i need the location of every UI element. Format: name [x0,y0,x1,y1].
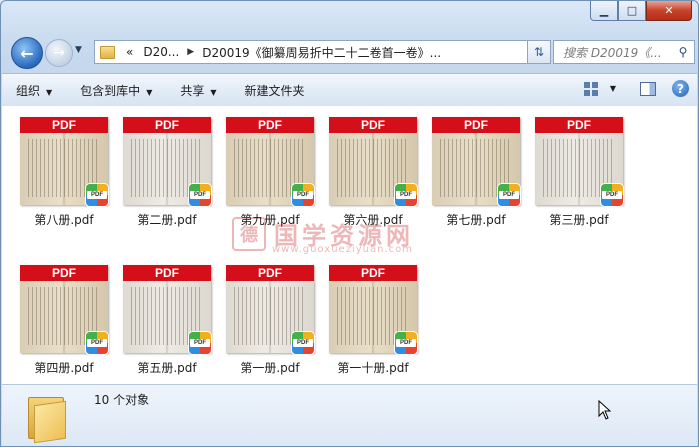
file-name: 第三册.pdf [549,213,609,227]
file-item[interactable]: PDF 第一册.pdf [220,256,320,376]
pdf-banner: PDF [123,265,211,281]
share-menu[interactable]: 共享 ▼ [166,82,230,99]
change-view-icon[interactable] [583,81,600,96]
magnifier-icon[interactable]: ⚲ [672,45,694,59]
file-name: 第六册.pdf [343,213,403,227]
pdf-app-icon [601,184,623,206]
minimize-button[interactable]: ▁ [590,1,618,21]
file-item[interactable]: PDF 第八册.pdf [14,108,114,228]
pdf-banner: PDF [20,117,108,133]
file-name: 第四册.pdf [34,361,94,375]
pdf-app-icon [395,184,417,206]
pdf-banner: PDF [329,117,417,133]
refresh-icon[interactable]: ⇅ [527,40,551,64]
file-item[interactable]: PDF 第四册.pdf [14,256,114,376]
forward-arrow-icon[interactable]: → [45,39,73,67]
item-count: 10 个对象 [94,393,150,407]
file-item[interactable]: PDF 第五册.pdf [117,256,217,376]
file-list[interactable]: 德 国学资源网 www.guoxueziyuan.com PDF 第八册.pdf… [2,106,697,384]
pdf-app-icon [189,332,211,354]
file-name: 第一册.pdf [240,361,300,375]
file-item[interactable]: PDF 第一十册.pdf [323,256,423,376]
pdf-app-icon [86,332,108,354]
back-arrow-icon[interactable]: ← [11,37,43,69]
watermark-url: www.guoxueziyuan.com [272,244,413,255]
pdf-app-icon [86,184,108,206]
breadcrumb-parent[interactable]: D20... [138,45,184,59]
include-in-library-menu[interactable]: 包含到库中 ▼ [66,82,166,99]
chevron-down-icon: ▼ [46,87,53,97]
maximize-button[interactable]: □ [618,1,646,21]
explorer-window: ▁ □ ✕ ← → ▼ « D20... ▶ D20019《御纂周易折中二十二卷… [0,0,699,447]
address-bar[interactable]: « D20... ▶ D20019《御纂周易折中二十二卷首一卷》... ▼ [94,40,546,64]
chevron-down-icon: ▼ [146,87,153,97]
file-item[interactable]: PDF 第七册.pdf [426,108,526,228]
chevron-down-icon: ▼ [210,87,217,97]
pdf-banner: PDF [226,265,314,281]
recent-pages-chevron-down-icon[interactable]: ▼ [75,45,82,55]
file-name: 第一十册.pdf [337,361,409,375]
breadcrumb-chevron-icon[interactable]: ▶ [184,47,197,57]
pdf-app-icon [292,332,314,354]
file-name: 第七册.pdf [446,213,506,227]
details-pane: 10 个对象 [2,384,697,446]
help-icon[interactable]: ? [672,80,689,97]
breadcrumb-overflow[interactable]: « [121,45,138,59]
folder-icon [28,393,66,444]
close-button[interactable]: ✕ [646,1,692,21]
pdf-app-icon [189,184,211,206]
command-bar: 组织 ▼ 包含到库中 ▼ 共享 ▼ 新建文件夹 ▼ ? [2,73,697,107]
pdf-app-icon [498,184,520,206]
pdf-app-icon [292,184,314,206]
view-chevron-down-icon[interactable]: ▼ [610,84,616,93]
search-placeholder: 搜索 D20019《... [563,45,662,60]
caption-buttons: ▁ □ ✕ [590,1,692,21]
file-name: 第九册.pdf [240,213,300,227]
file-name: 第二册.pdf [137,213,197,227]
file-name: 第五册.pdf [137,361,197,375]
pdf-banner: PDF [123,117,211,133]
file-item[interactable]: PDF 第九册.pdf [220,108,320,228]
navigation-bar: ← → ▼ « D20... ▶ D20019《御纂周易折中二十二卷首一卷》..… [7,37,695,69]
breadcrumb-current[interactable]: D20019《御纂周易折中二十二卷首一卷》... [197,44,446,61]
pdf-banner: PDF [432,117,520,133]
pdf-banner: PDF [20,265,108,281]
pdf-app-icon [395,332,417,354]
pdf-banner: PDF [329,265,417,281]
pdf-banner: PDF [226,117,314,133]
file-item[interactable]: PDF 第二册.pdf [117,108,217,228]
view-controls: ▼ ? [583,80,689,97]
pdf-banner: PDF [535,117,623,133]
organize-menu[interactable]: 组织 ▼ [2,82,66,99]
search-input[interactable]: 搜索 D20019《... ⚲ [553,40,695,64]
preview-pane-icon[interactable] [640,81,656,96]
mouse-cursor-icon [598,400,612,420]
file-name: 第八册.pdf [34,213,94,227]
folder-icon [100,45,115,59]
new-folder-button[interactable]: 新建文件夹 [231,82,319,99]
file-item[interactable]: PDF 第三册.pdf [529,108,629,228]
file-item[interactable]: PDF 第六册.pdf [323,108,423,228]
